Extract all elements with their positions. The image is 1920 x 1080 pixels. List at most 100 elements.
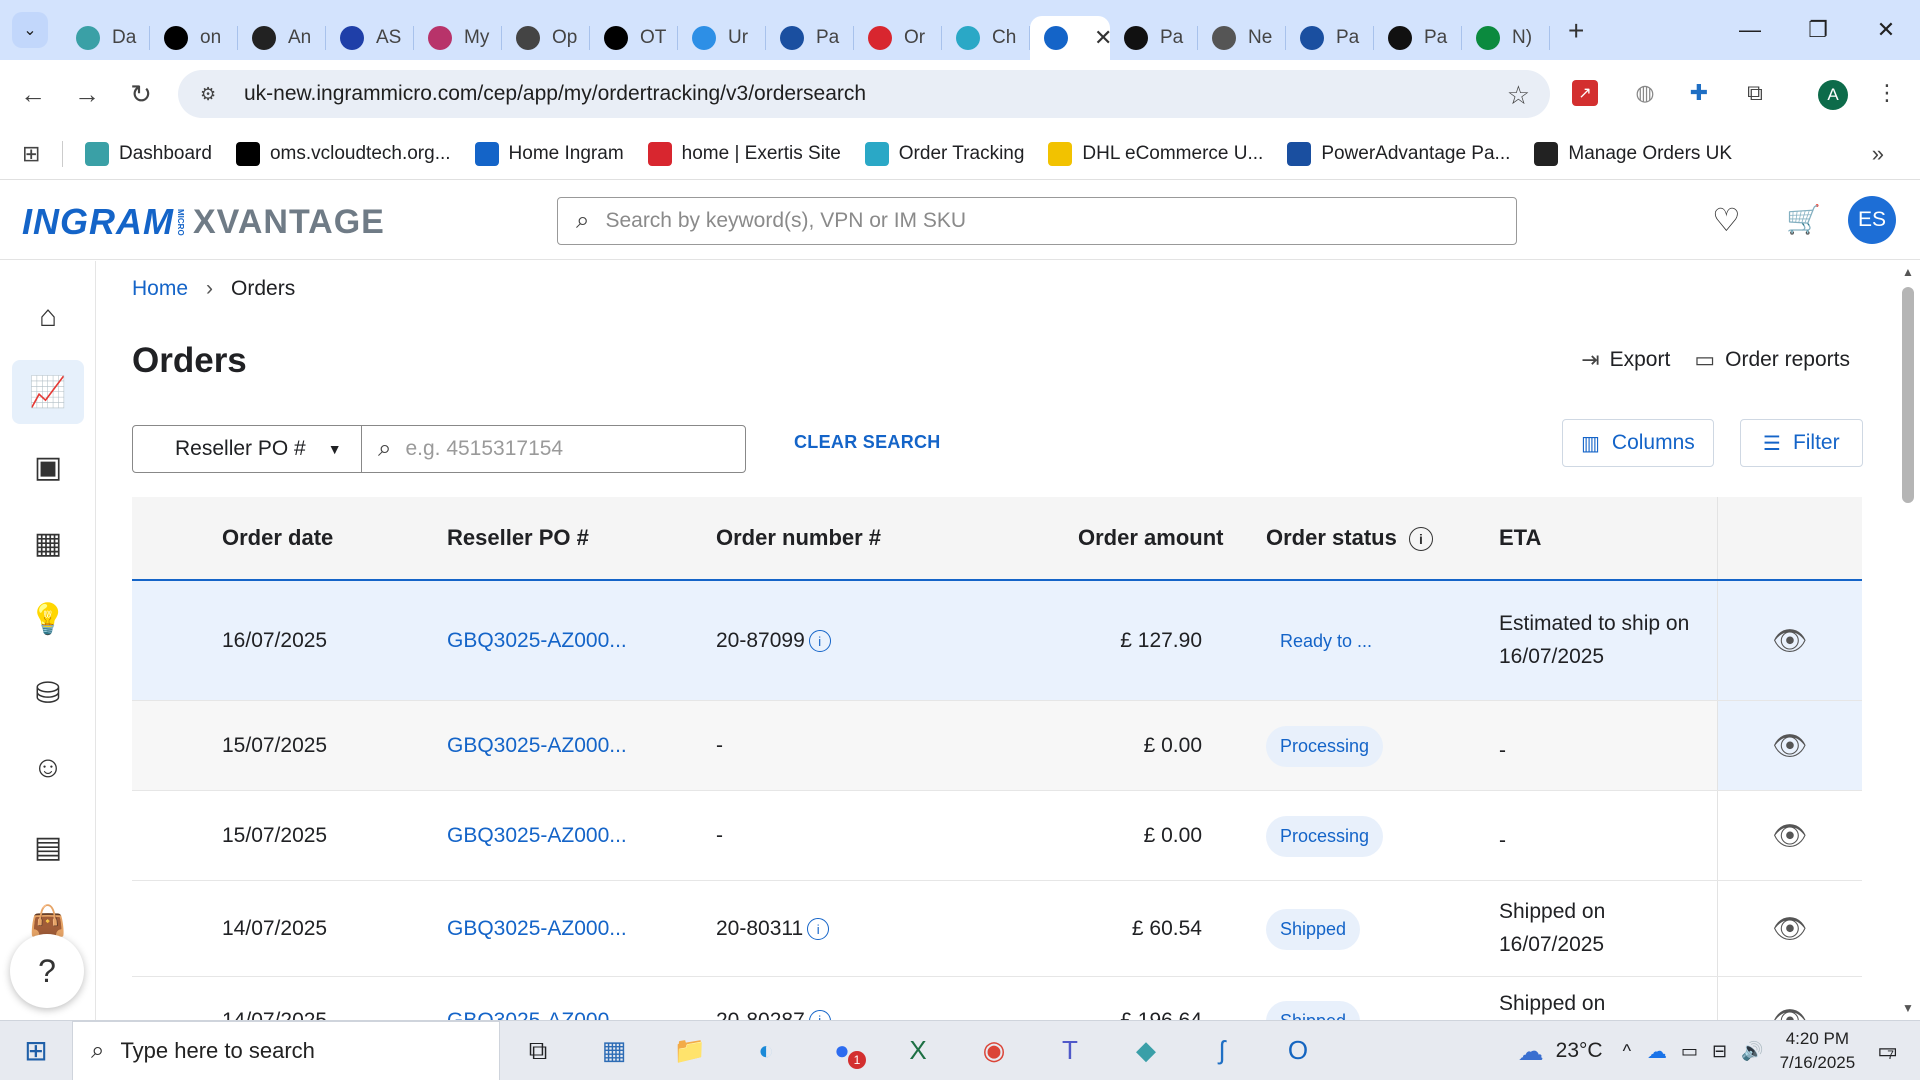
notifications-icon[interactable]: ▭ 7 (1877, 1038, 1898, 1064)
bookmark-item[interactable]: DHL eCommerce U... (1048, 141, 1263, 166)
restore-icon[interactable]: ❐ (1784, 17, 1852, 43)
view-eye-icon[interactable]: 👁 (1772, 729, 1808, 762)
browser-tab[interactable]: ✕ (1030, 16, 1110, 60)
browser-tab[interactable]: OT (590, 16, 678, 60)
browser-tab[interactable]: AS (326, 16, 414, 60)
cell-reseller-po-link[interactable]: GBQ3025-AZ000... (447, 734, 627, 758)
app-s-icon[interactable]: ʃ (1184, 1021, 1260, 1080)
analytics-chart-icon[interactable]: 📈 (12, 360, 84, 424)
order-reports-button[interactable]: ▭ Order reports (1694, 347, 1850, 373)
file-explorer-icon[interactable]: 📁 (652, 1021, 728, 1080)
view-eye-icon[interactable]: 👁 (1772, 819, 1808, 852)
taskbar-search[interactable]: ⌕ Type here to search (72, 1020, 500, 1080)
more-bookmarks-chevron-icon[interactable]: » (1872, 141, 1884, 167)
view-eye-icon[interactable]: 👁 (1772, 624, 1808, 657)
forward-arrow-icon[interactable]: → (60, 79, 114, 110)
browser-tab[interactable]: Or (854, 16, 942, 60)
columns-button[interactable]: ▥ Columns (1562, 419, 1714, 467)
tray-chevron-up-icon[interactable]: ^ (1623, 1041, 1631, 1062)
browser-tab[interactable]: Ur (678, 16, 766, 60)
order-search-input[interactable] (405, 437, 706, 461)
address-bar[interactable]: ⚙ uk-new.ingrammicro.com/cep/app/my/orde… (178, 70, 1550, 118)
browser-tab[interactable]: An (238, 16, 326, 60)
bookmark-item[interactable]: Dashboard (85, 141, 212, 166)
cell-reseller-po-link[interactable]: GBQ3025-AZ000... (447, 629, 627, 653)
site-info-icon[interactable]: ⚙ (200, 84, 228, 105)
task-view-icon[interactable]: ⧉ (500, 1021, 576, 1080)
header-order-amount[interactable]: Order amount (1078, 525, 1223, 551)
browser-tab[interactable]: Pa (766, 16, 854, 60)
home-icon[interactable]: ⌂ (12, 285, 84, 349)
table-row[interactable]: 15/07/2025 GBQ3025-AZ000... - £ 0.00 Process… (132, 791, 1862, 881)
calculator-icon[interactable]: ▦ (576, 1021, 652, 1080)
heart-favorites-icon[interactable]: ♡ (1712, 201, 1741, 239)
zoom-icon[interactable]: ● 1 (804, 1021, 880, 1080)
browser-tab[interactable]: Pa (1374, 16, 1462, 60)
table-row[interactable]: 15/07/2025 GBQ3025-AZ000... - £ 0.00 Process… (132, 701, 1862, 791)
minimize-icon[interactable]: — (1716, 17, 1784, 43)
scroll-thumb[interactable] (1902, 287, 1914, 503)
apps-grid-icon[interactable]: ⊞ (22, 141, 62, 167)
table-row[interactable]: 16/07/2025 GBQ3025-AZ000... 20-87099 i £ 127… (132, 581, 1862, 701)
taskbar-clock[interactable]: 4:20 PM 7/16/2025 (1780, 1027, 1856, 1075)
box-icon[interactable]: ▣ (12, 435, 84, 499)
view-eye-icon[interactable]: 👁 (1772, 1004, 1808, 1022)
layers-hand-icon[interactable]: ⛁ (12, 661, 84, 725)
browser-tab[interactable]: My (414, 16, 502, 60)
browser-tab[interactable]: Da (62, 16, 150, 60)
network-icon[interactable]: ⊟ (1712, 1041, 1727, 1062)
breadcrumb-home-link[interactable]: Home (132, 277, 188, 301)
search-type-select[interactable]: Reseller PO # ▼ (133, 426, 362, 472)
new-tab-plus-icon[interactable]: + (1568, 15, 1584, 47)
extensions-puzzle-icon[interactable]: ⧉ (1738, 76, 1772, 110)
cart-icon[interactable]: 🛒 (1786, 203, 1821, 236)
order-info-icon[interactable]: i (807, 918, 830, 941)
header-order-date[interactable]: Order date (222, 525, 333, 551)
app-diamond-icon[interactable]: ◆ (1108, 1021, 1184, 1080)
bookmark-item[interactable]: PowerAdvantage Pa... (1287, 141, 1510, 166)
browser-tab[interactable]: Pa (1286, 16, 1374, 60)
close-tab-icon[interactable]: ✕ (1094, 25, 1110, 51)
edge-icon[interactable]: ◐ (728, 1021, 804, 1080)
globe-extension-icon[interactable]: ◍ (1628, 76, 1662, 110)
chrome-icon[interactable]: ◉ (956, 1021, 1032, 1080)
bookmark-star-icon[interactable]: ☆ (1507, 80, 1530, 111)
ingram-xvantage-logo[interactable]: INGRAM MICRO XVANTAGE (22, 201, 385, 243)
shield-extension-icon[interactable]: ✚ (1682, 76, 1716, 110)
table-row[interactable]: 14/07/2025 GBQ3025-AZ000... 20-80311 i £ 60.… (132, 881, 1862, 977)
bookmark-item[interactable]: Manage Orders UK (1534, 141, 1732, 166)
bookmark-item[interactable]: Home Ingram (474, 141, 624, 166)
cell-reseller-po-link[interactable]: GBQ3025-AZ000... (447, 917, 627, 941)
status-info-icon[interactable]: i (1408, 527, 1433, 552)
clear-search-button[interactable]: CLEAR SEARCH (794, 432, 941, 453)
menu-kebab-icon[interactable]: ⋮ (1870, 76, 1904, 110)
volume-icon[interactable]: 🔊 (1741, 1041, 1763, 1062)
battery-icon[interactable]: ▭ (1681, 1041, 1698, 1062)
windows-start-icon[interactable]: ⊞ (0, 1034, 72, 1067)
pdf-extension-icon[interactable]: ↗ (1572, 80, 1598, 106)
help-question-icon[interactable]: ? (10, 934, 84, 1008)
browser-tab[interactable]: N) (1462, 16, 1550, 60)
weather-temp[interactable]: 23°C (1556, 1039, 1603, 1063)
reload-icon[interactable]: ↻ (114, 79, 168, 110)
bookmark-item[interactable]: home | Exertis Site (647, 141, 841, 166)
address-url[interactable]: uk-new.ingrammicro.com/cep/app/my/ordert… (244, 82, 866, 106)
page-scrollbar[interactable]: ▲ ▼ (1896, 261, 1920, 1021)
onedrive-icon[interactable]: ☁ (1647, 1039, 1667, 1064)
site-search-input[interactable] (605, 209, 1466, 233)
order-info-icon[interactable]: i (808, 630, 831, 653)
browser-tab[interactable]: Op (502, 16, 590, 60)
cell-reseller-po-link[interactable]: GBQ3025-AZ000... (447, 824, 627, 848)
support-person-icon[interactable]: ☺ (12, 736, 84, 800)
tab-search-chevron-icon[interactable]: ⌄ (12, 12, 48, 48)
building-icon[interactable]: ▦ (12, 511, 84, 575)
teams-icon[interactable]: T (1032, 1021, 1108, 1080)
bookmark-item[interactable]: Order Tracking (864, 141, 1024, 166)
filter-button[interactable]: ☰ Filter (1740, 419, 1863, 467)
outlook-icon[interactable]: O (1260, 1021, 1336, 1080)
excel-icon[interactable]: X (880, 1021, 956, 1080)
browser-tab[interactable]: on (150, 16, 238, 60)
scroll-up-arrow-icon[interactable]: ▲ (1902, 265, 1914, 279)
browser-tab[interactable]: Ne (1198, 16, 1286, 60)
close-window-icon[interactable]: ✕ (1852, 17, 1920, 43)
